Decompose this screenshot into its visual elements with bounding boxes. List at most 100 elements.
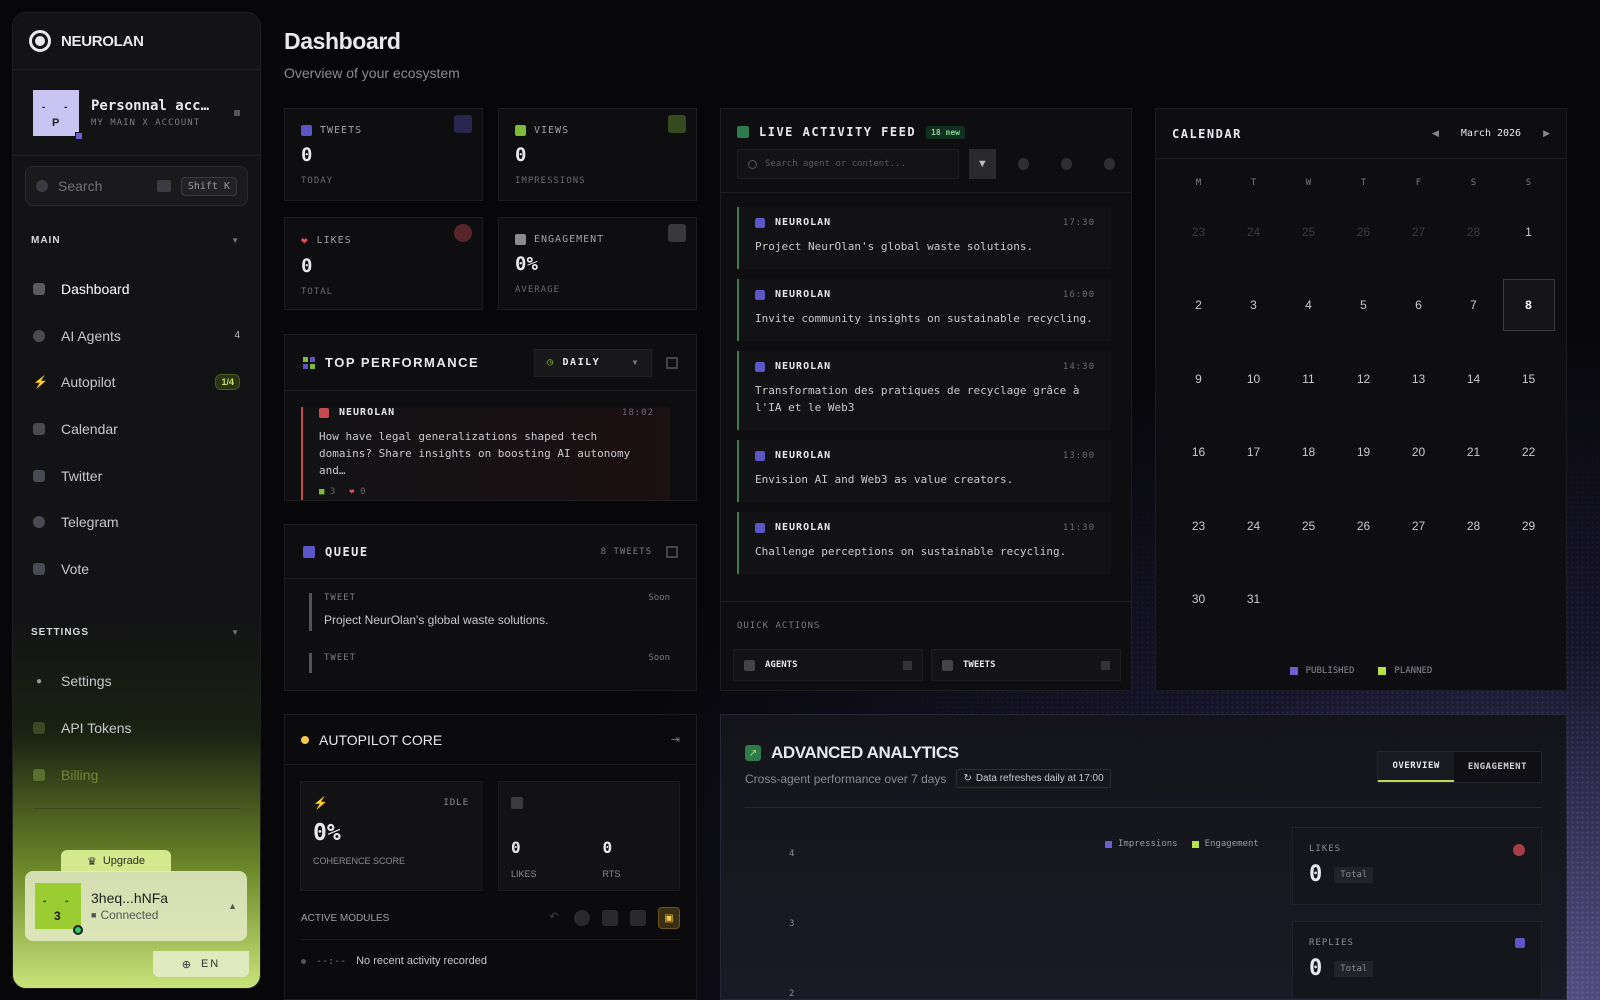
calendar-day[interactable]: 31 [1226, 563, 1281, 637]
chevron-right-icon[interactable]: ▶ [1543, 128, 1550, 139]
chevron-up-icon[interactable]: ▲ [228, 901, 237, 911]
brand[interactable]: NEUROLAN [13, 13, 260, 70]
calendar-day[interactable]: 30 [1171, 563, 1226, 637]
quick-action-tweets[interactable]: TWEETS [931, 649, 1121, 681]
calendar-day[interactable]: 9 [1171, 342, 1226, 416]
undo-icon[interactable]: ↶ [546, 910, 562, 926]
calendar-day[interactable]: 25 [1281, 489, 1336, 563]
top-post[interactable]: NEUROLAN 18:02 How have legal generaliza… [301, 407, 670, 500]
close-icon[interactable] [1104, 158, 1115, 170]
calendar-day[interactable]: 16 [1171, 416, 1226, 490]
sidebar-search[interactable]: Search Shift K [25, 166, 248, 206]
upgrade-button[interactable]: ♛ Upgrade [61, 850, 171, 872]
period-select[interactable]: ◷ DAILY ▼ [534, 348, 652, 377]
search-placeholder[interactable]: Search [58, 178, 147, 194]
language-switcher[interactable]: ⊕ EN [153, 951, 249, 977]
calendar-day[interactable]: 23 [1171, 489, 1226, 563]
sidebar-item-ai-agents[interactable]: AI Agents 4 [21, 313, 252, 360]
account-switcher[interactable]: - - P Personnal acc… MY MAIN X ACCOUNT [13, 70, 260, 156]
chevron-left-icon[interactable]: ◀ [1432, 128, 1439, 139]
expand-icon[interactable] [666, 545, 678, 558]
users-icon[interactable] [574, 910, 590, 926]
sidebar-item-label: Calendar [61, 421, 118, 438]
quick-action-agents[interactable]: AGENTS [733, 649, 923, 681]
calendar-day[interactable]: 29 [1501, 489, 1556, 563]
calendar-day[interactable]: 27 [1391, 489, 1446, 563]
account-menu-icon[interactable] [234, 109, 240, 116]
expand-icon[interactable] [666, 356, 678, 369]
stat-card-views: VIEWS 0 IMPRESSIONS [498, 108, 697, 201]
calendar-day-number: 17 [1246, 445, 1261, 460]
calendar-day[interactable]: 5 [1336, 269, 1391, 343]
calendar-day[interactable]: 6 [1391, 269, 1446, 343]
calendar-day[interactable]: 2 [1171, 269, 1226, 343]
chevron-down-icon[interactable]: ▼ [231, 236, 240, 245]
calendar-day[interactable]: 26 [1336, 489, 1391, 563]
calendar-day[interactable]: 8 [1501, 269, 1556, 343]
weekday-label: M [1195, 178, 1202, 188]
sidebar-item-vote[interactable]: Vote [21, 546, 252, 593]
section-main-header[interactable]: MAIN ▼ [13, 224, 260, 256]
feed-item[interactable]: NEUROLAN 11:30 Challenge perceptions on s… [737, 512, 1111, 574]
section-settings-header[interactable]: SETTINGS ▼ [13, 616, 260, 648]
tab-engagement[interactable]: ENGAGEMENT [1454, 752, 1541, 782]
calendar-day[interactable]: 20 [1391, 416, 1446, 490]
stat-label: TWEETS [320, 125, 363, 136]
filter-icon[interactable]: ▼ [968, 149, 997, 179]
apps-icon[interactable] [630, 910, 646, 926]
queue-item[interactable]: TWEET Soon [309, 653, 670, 673]
feed-search-input[interactable]: Search agent or content... [737, 149, 959, 179]
calendar-day[interactable]: 11 [1281, 342, 1336, 416]
grid-icon[interactable] [602, 910, 618, 926]
calendar-day[interactable]: 25 [1281, 195, 1336, 269]
clock-icon[interactable] [1061, 158, 1073, 170]
sidebar-item-twitter[interactable]: Twitter [21, 452, 252, 499]
calendar-day[interactable]: 3 [1226, 269, 1281, 343]
calendar-day[interactable]: 27 [1391, 195, 1446, 269]
calendar-day[interactable]: 17 [1226, 416, 1281, 490]
calendar-day[interactable]: 28 [1446, 195, 1501, 269]
check-icon[interactable] [1018, 158, 1030, 170]
calendar-day[interactable]: 26 [1336, 195, 1391, 269]
calendar-day[interactable]: 24 [1226, 489, 1281, 563]
feed-item[interactable]: NEUROLAN 17:30 Project NeurOlan's global … [737, 207, 1111, 269]
stat-foot: IMPRESSIONS [515, 176, 586, 186]
calendar-day[interactable]: 15 [1501, 342, 1556, 416]
user-card[interactable]: - - 3 3heq...hNFa ■ Connected ▲ [25, 871, 247, 941]
sidebar-item-autopilot[interactable]: ⚡ Autopilot 1/4 [21, 359, 252, 406]
recent-activity-time: --:-- [316, 955, 347, 967]
calendar-day[interactable]: 21 [1446, 416, 1501, 490]
robot-icon[interactable]: ▣ [658, 907, 680, 929]
calendar-day[interactable]: 4 [1281, 269, 1336, 343]
calendar-day[interactable]: 24 [1226, 195, 1281, 269]
feed-item[interactable]: NEUROLAN 13:00 Envision AI and Web3 as va… [737, 440, 1111, 502]
sidebar-item-dashboard[interactable]: Dashboard [21, 266, 252, 313]
calendar-day[interactable]: 10 [1226, 342, 1281, 416]
calendar-day[interactable]: 22 [1501, 416, 1556, 490]
feed-item[interactable]: NEUROLAN 16:00 Invite community insights … [737, 279, 1111, 341]
agents-count: 4 [234, 330, 240, 342]
calendar-day[interactable]: 14 [1446, 342, 1501, 416]
external-link-icon[interactable]: ⇥ [671, 733, 680, 746]
sidebar-item-api-tokens[interactable]: API Tokens [21, 705, 252, 752]
calendar-day[interactable]: 18 [1281, 416, 1336, 490]
sidebar-item-settings[interactable]: ● Settings [21, 658, 252, 705]
sidebar-item-billing[interactable]: Billing [21, 751, 252, 798]
calendar-day[interactable]: 19 [1336, 416, 1391, 490]
active-modules-label: ACTIVE MODULES [301, 912, 390, 924]
tab-overview[interactable]: OVERVIEW [1378, 752, 1454, 782]
queue-item[interactable]: TWEET Soon Project NeurOlan's global was… [309, 593, 670, 631]
calendar-day[interactable]: 13 [1391, 342, 1446, 416]
calendar-day[interactable]: 12 [1336, 342, 1391, 416]
calendar-day[interactable]: 7 [1446, 269, 1501, 343]
recent-activity: --:-- No recent activity recorded [301, 955, 487, 967]
grid-icon [33, 722, 45, 735]
page-title: Dashboard [284, 28, 401, 54]
feed-item[interactable]: NEUROLAN 14:30 Transformation des pratiqu… [737, 351, 1111, 430]
sidebar-item-telegram[interactable]: Telegram [21, 499, 252, 546]
calendar-day[interactable]: 28 [1446, 489, 1501, 563]
calendar-day[interactable]: 23 [1171, 195, 1226, 269]
calendar-day[interactable]: 1 [1501, 195, 1556, 269]
chevron-down-icon[interactable]: ▼ [231, 628, 240, 637]
sidebar-item-calendar[interactable]: Calendar [21, 406, 252, 453]
